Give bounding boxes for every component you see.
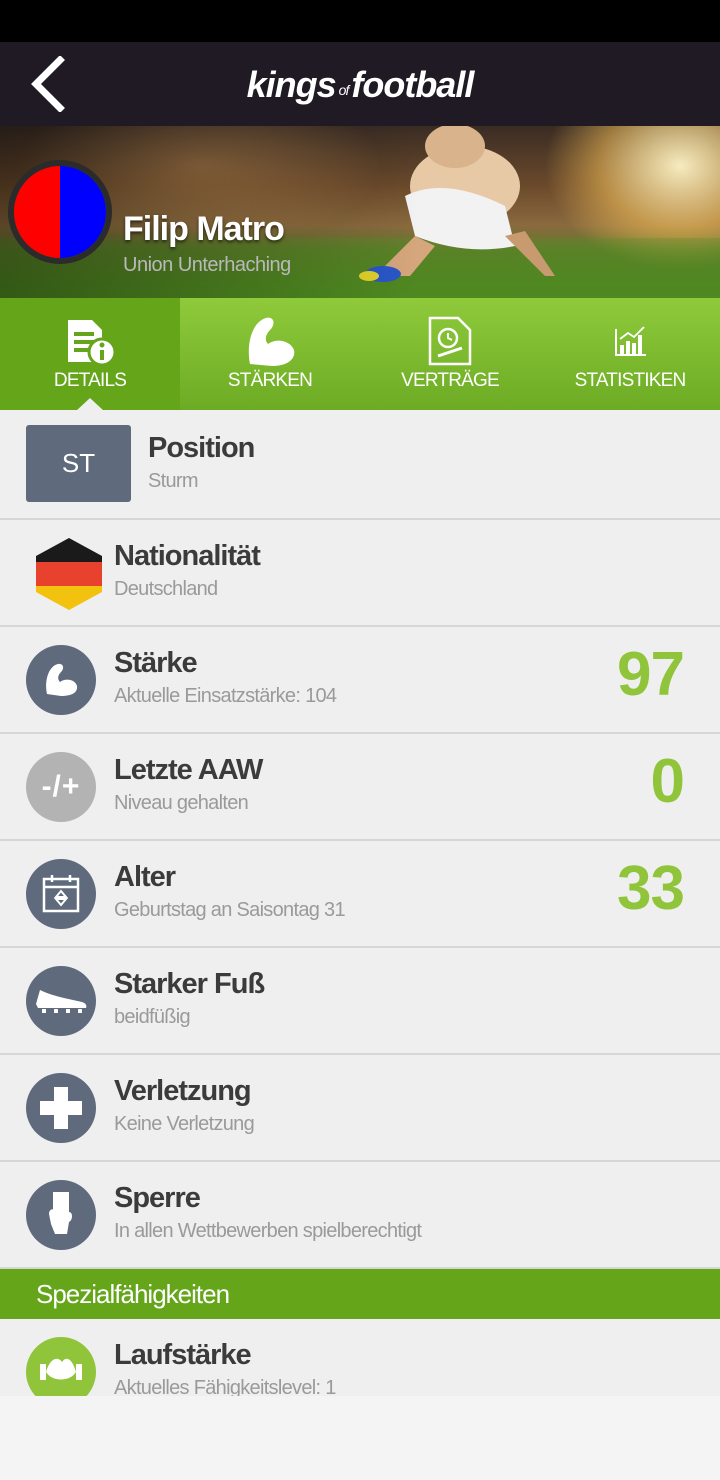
bar-chart-icon (615, 326, 646, 356)
player-name: Filip Matro (123, 210, 285, 248)
position-badge: ST (26, 425, 131, 502)
detail-row-injury: Verletzung Keine Verletzung (0, 1055, 720, 1162)
player-details-list: ST Position Sturm Nationalität Deutschla… (0, 410, 720, 1397)
player-club: Union Unterhaching (123, 254, 291, 276)
detail-row-age: Alter Geburtstag an Saisontag 31 33 (0, 841, 720, 948)
detail-row-last-aaw: -/+ Letzte AAW Niveau gehalten 0 (0, 734, 720, 841)
calendar-icon (26, 859, 96, 929)
referee-card-icon (26, 1180, 96, 1250)
special-ability-row[interactable]: Laufstärke Aktuelles Fähigkeitslevel: 1 (0, 1319, 720, 1397)
club-logo (8, 160, 112, 264)
detail-row-ban: Sperre In allen Wettbewerben spielberech… (0, 1162, 720, 1269)
flexed-arm-icon (248, 317, 295, 366)
plus-minus-icon: -/+ (26, 752, 96, 822)
football-boot-icon (26, 966, 96, 1036)
detail-row-nationality: Nationalität Deutschland (0, 520, 720, 627)
document-info-icon (68, 320, 117, 367)
age-value: 33 (617, 854, 685, 923)
medical-cross-icon (26, 1073, 96, 1143)
tab-details[interactable]: DETAILS (0, 298, 180, 411)
detail-row-strong-foot: Starker Fuß beidfüßig (0, 948, 720, 1055)
tab-vertraege[interactable]: VERTRÄGE (360, 298, 540, 410)
player-hero-banner: Filip Matro Union Unterhaching (0, 126, 720, 298)
status-bar (0, 0, 720, 42)
tab-statistiken[interactable]: STATISTIKEN (540, 298, 720, 410)
special-abilities-header: Spezialfähigkeiten (0, 1269, 720, 1319)
last-aaw-value: 0 (650, 747, 685, 816)
tab-staerken[interactable]: STÄRKEN (180, 298, 360, 410)
tab-bar: DETAILS STÄRKEN VERTRÄGE STATISTIKEN (0, 298, 720, 411)
detail-row-strength: Stärke Aktuelle Einsatzstärke: 104 97 (0, 627, 720, 734)
detail-row-position: ST Position Sturm (0, 410, 720, 520)
contract-icon (428, 316, 472, 366)
app-header: kings offootball (0, 42, 720, 126)
germany-flag-icon (36, 538, 102, 610)
strength-value: 97 (617, 640, 685, 709)
strength-icon (26, 645, 96, 715)
app-logo: kings offootball (246, 64, 475, 105)
page-bottom-area (0, 1396, 720, 1480)
stamina-icon (26, 1337, 96, 1397)
